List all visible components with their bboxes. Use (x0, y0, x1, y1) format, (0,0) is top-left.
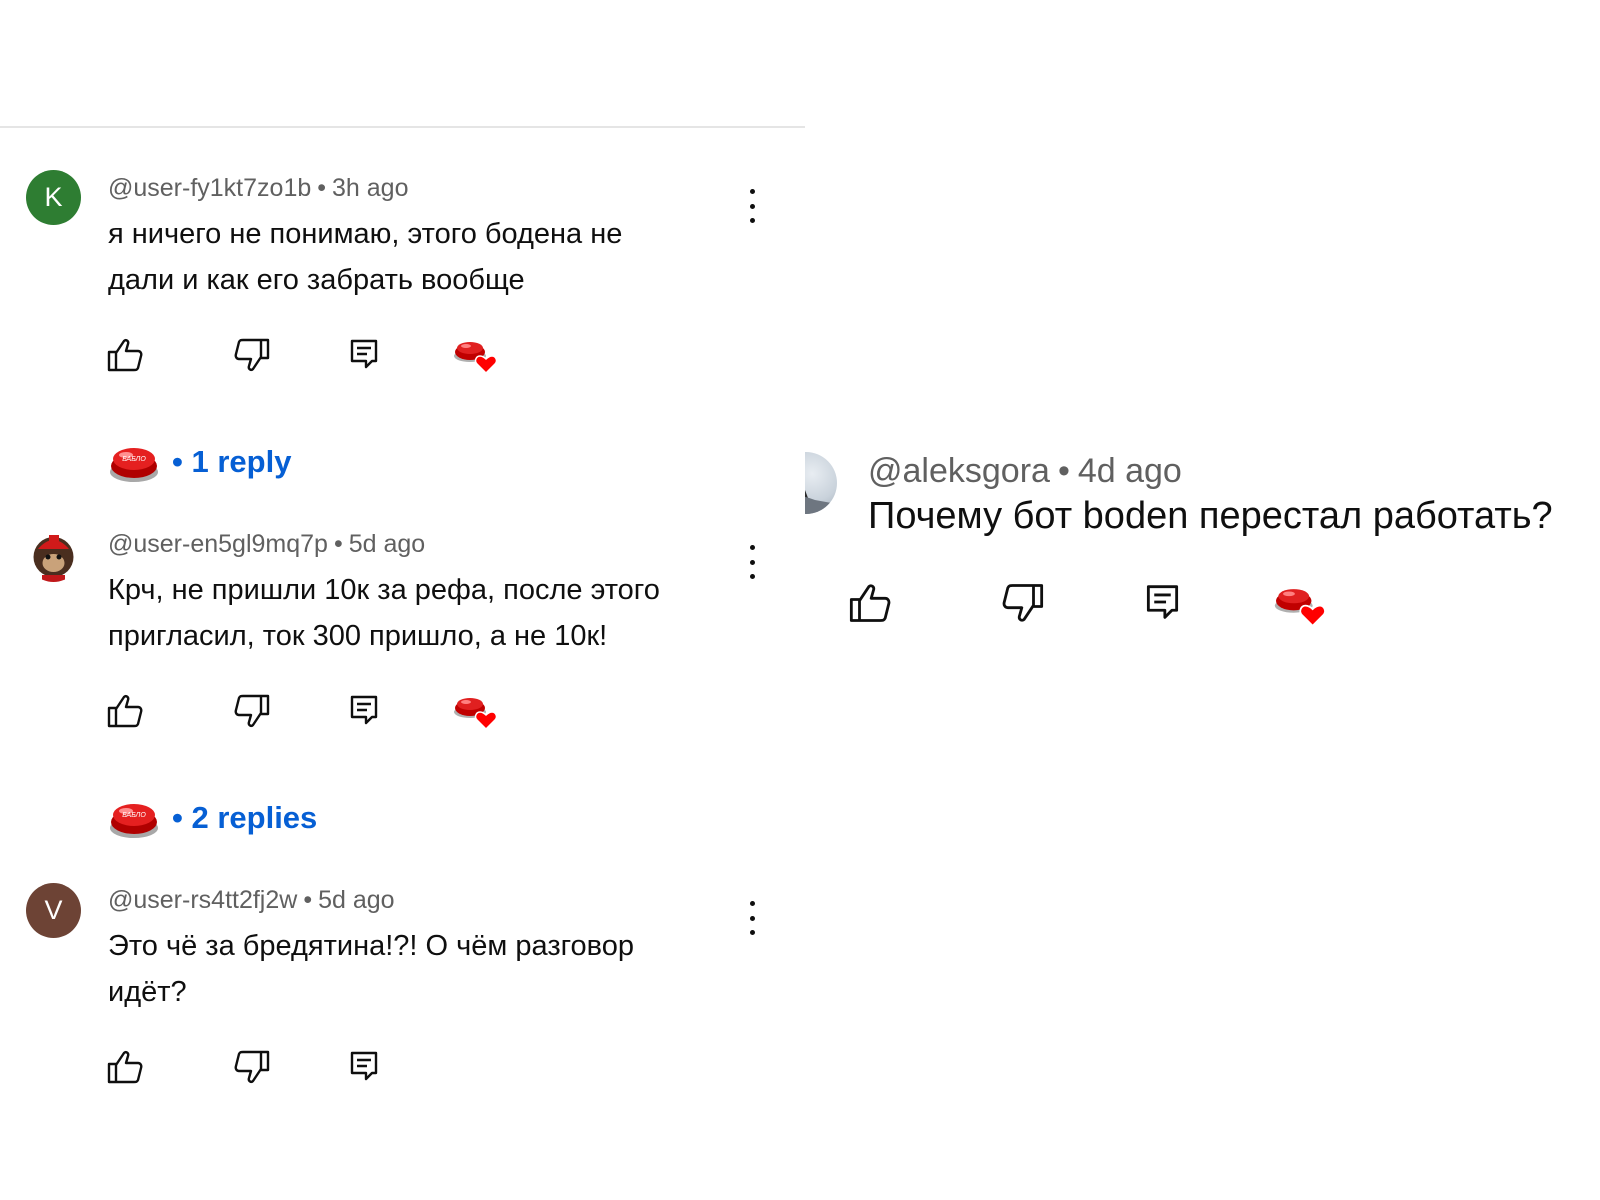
comment-meta: @user-en5gl9mq7p • 5d ago (108, 530, 425, 559)
comment-author[interactable]: @user-fy1kt7zo1b (108, 174, 311, 202)
replies-separator: • (172, 800, 183, 835)
creator-avatar-icon: БАБЛО (110, 448, 158, 482)
avatar[interactable] (26, 527, 81, 582)
comment-text-line: идёт? (108, 976, 187, 1008)
comment-time[interactable]: 5d ago (349, 530, 425, 558)
comment-time[interactable]: 5d ago (318, 886, 394, 914)
reply-icon[interactable] (1146, 584, 1179, 620)
landscape-avatar-icon (805, 490, 837, 514)
avatar[interactable]: K (26, 170, 81, 225)
creator-badge-text: БАБЛО (122, 812, 146, 819)
more-vert-icon[interactable] (742, 189, 762, 223)
avatar-letter: K (44, 182, 63, 212)
comment-text: Почему бот boden перестал работать? (868, 495, 1553, 537)
comments-panel-left: K @user-fy1kt7zo1b • 3h ago я ничего не по… (0, 0, 805, 1085)
avatar[interactable]: V (26, 883, 81, 938)
thumb-down-icon[interactable] (234, 1050, 270, 1084)
thumb-down-icon[interactable] (234, 338, 270, 372)
comment-text-line: дали и как его забрать вообще (108, 264, 525, 296)
comment-text: Крч, не пришли 10к за рефа, после этого … (108, 567, 728, 659)
thumb-up-icon[interactable] (107, 338, 143, 372)
creator-heart-icon (454, 342, 498, 375)
reply-icon[interactable] (350, 1051, 378, 1081)
creator-heart-icon (454, 698, 498, 731)
more-vert-icon[interactable] (742, 901, 762, 935)
monkey-avatar-icon (26, 527, 81, 582)
comment-time[interactable]: 4d ago (1078, 452, 1182, 490)
screenshot-collage: K @user-fy1kt7zo1b • 3h ago я ничего не по… (0, 0, 1600, 1200)
comment-meta: @user-rs4tt2fj2w • 5d ago (108, 886, 395, 915)
thumb-up-icon[interactable] (849, 583, 891, 623)
comment-text-line: Крч, не пришли 10к за рефа, после этого (108, 574, 660, 606)
replies-separator: • (172, 444, 183, 479)
replies-count: 1 reply (191, 444, 292, 479)
meta-separator: • (303, 886, 313, 914)
meta-separator: • (317, 174, 327, 202)
creator-avatar-icon: БАБЛО (110, 804, 158, 838)
comment-author[interactable]: @aleksgora (868, 452, 1050, 490)
comment-text: я ничего не понимаю, этого бодена не дал… (108, 211, 728, 303)
comment-meta: @user-fy1kt7zo1b • 3h ago (108, 174, 408, 203)
creator-heart-icon (1274, 589, 1326, 627)
more-vert-icon[interactable] (742, 545, 762, 579)
divider (0, 126, 805, 128)
comment-text-line: пригласил, ток 300 пришло, а не 10к! (108, 620, 608, 652)
meta-separator: • (1057, 452, 1070, 490)
thumb-up-icon[interactable] (107, 694, 143, 728)
comment-meta: @aleksgora • 4d ago (868, 452, 1182, 491)
thumb-down-icon[interactable] (1002, 583, 1044, 623)
comment-author[interactable]: @user-rs4tt2fj2w (108, 886, 297, 914)
replies-row[interactable]: БАБЛО • 1 reply (108, 437, 291, 487)
comment-text-line: Это чё за бредятина!?! О чём разговор (108, 930, 635, 962)
view-replies-link[interactable]: • 2 replies (172, 800, 317, 836)
thumb-up-icon[interactable] (107, 1050, 143, 1084)
view-replies-link[interactable]: • 1 reply (172, 444, 291, 480)
meta-separator: • (333, 530, 343, 558)
avatar[interactable] (805, 452, 837, 514)
comment-text-line: я ничего не понимаю, этого бодена не (108, 218, 623, 250)
comment-author[interactable]: @user-en5gl9mq7p (108, 530, 328, 558)
replies-count: 2 replies (191, 800, 318, 835)
reply-icon[interactable] (350, 339, 378, 369)
thumb-down-icon[interactable] (234, 694, 270, 728)
comments-panel-right: @aleksgora • 4d ago Почему бот boden перес… (805, 440, 1600, 660)
replies-row[interactable]: БАБЛО • 2 replies (108, 793, 317, 843)
comment-time[interactable]: 3h ago (332, 174, 408, 202)
comment-text: Это чё за бредятина!?! О чём разговор ид… (108, 923, 728, 1015)
creator-badge-text: БАБЛО (122, 456, 146, 463)
reply-icon[interactable] (350, 695, 378, 725)
avatar-letter: V (44, 895, 63, 925)
